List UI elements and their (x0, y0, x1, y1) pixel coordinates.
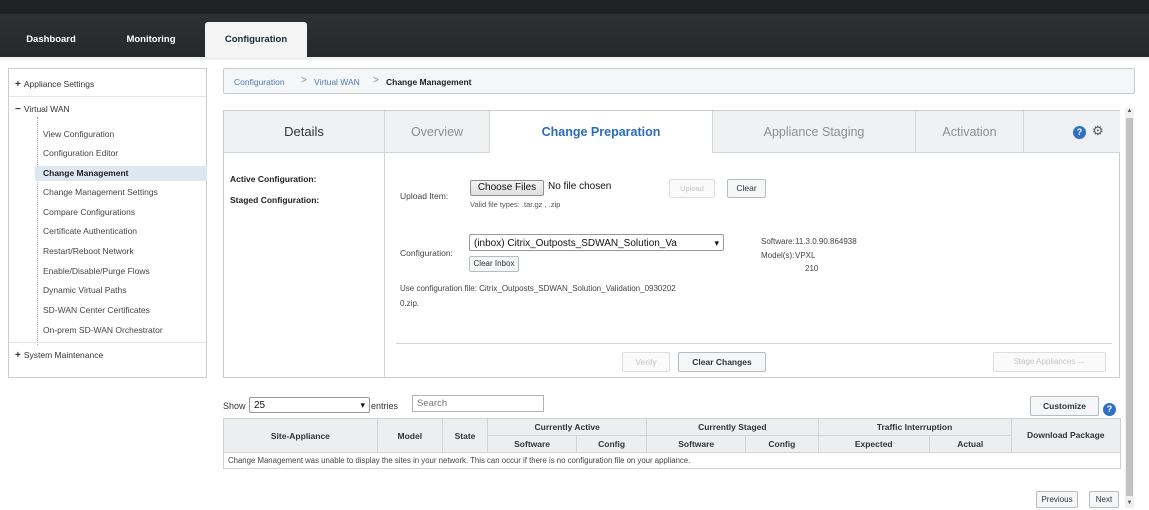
configuration-select-value: (inbox) Citrix_Outposts_SDWAN_Solution_V… (474, 238, 677, 249)
panel-header-details: Details (224, 111, 385, 153)
sidebar-section-label: Virtual WAN (23, 104, 70, 114)
sidebar-item-change-management-settings[interactable]: Change Management Settings (43, 187, 158, 197)
sidebar-section-virtual-wan[interactable]: − Virtual WAN (15, 104, 70, 115)
valid-file-types: Valid file types: .tar.gz , .zip (470, 200, 561, 209)
help-icon[interactable]: ? (1103, 403, 1116, 416)
sites-table: Site-Appliance Model State Currently Act… (223, 418, 1121, 469)
expand-icon: + (15, 79, 21, 90)
scroll-up-icon[interactable]: ▲ (1125, 108, 1134, 114)
table-empty-message: Change Management was unable to display … (223, 452, 1121, 469)
entries-label: entries (371, 401, 399, 411)
verify-button[interactable]: Verify (622, 352, 670, 372)
tree-line (37, 117, 38, 345)
sidebar-item-configuration-editor[interactable]: Configuration Editor (43, 148, 118, 158)
header-currently-active: Currently Active (487, 418, 648, 436)
header-currently-staged: Currently Staged (646, 418, 819, 436)
page-size-select[interactable]: 25 ▾ (249, 397, 370, 413)
choose-files-button[interactable]: Choose Files (470, 180, 544, 196)
use-configuration-file-text: 0.zip. (400, 299, 420, 308)
chevron-down-icon: ▾ (360, 400, 365, 410)
sidebar: + Appliance Settings − Virtual WAN View Co… (8, 68, 207, 378)
gear-icon[interactable]: ⚙ (1092, 123, 1104, 139)
stage-appliances-button[interactable]: Stage Appliances → (993, 352, 1106, 372)
models-value: VPXL (795, 251, 816, 260)
header-traffic-interruption: Traffic Interruption (817, 418, 1012, 436)
details-column: Active Configuration: Staged Configurati… (224, 153, 385, 377)
header-expected[interactable]: Expected (817, 435, 930, 453)
header-active-software[interactable]: Software (487, 435, 577, 453)
sidebar-item-restart-reboot-network[interactable]: Restart/Reboot Network (43, 246, 134, 256)
clear-changes-button[interactable]: Clear Changes (678, 352, 766, 372)
help-icon[interactable]: ? (1073, 126, 1086, 139)
nav-divider (0, 57, 1149, 60)
previous-button[interactable]: Previous (1036, 491, 1078, 508)
sidebar-item-sdwan-center-certificates[interactable]: SD-WAN Center Certificates (43, 305, 150, 315)
upload-button[interactable]: Upload (669, 179, 715, 198)
models-value: 210 (805, 264, 819, 273)
header-download-package[interactable]: Download Package (1010, 418, 1121, 453)
tab-change-preparation[interactable]: Change Preparation (490, 111, 713, 153)
expand-icon: + (15, 350, 21, 361)
breadcrumb: Configuration > Virtual WAN > Change Man… (223, 68, 1135, 94)
sidebar-item-onprem-sdwan-orchestrator[interactable]: On-prem SD-WAN Orchestrator (43, 325, 163, 335)
header-staged-config[interactable]: Config (745, 435, 819, 453)
use-configuration-file-text: Use configuration file: Citrix_Outposts_… (400, 284, 676, 293)
active-configuration-label: Active Configuration: (230, 174, 317, 184)
sidebar-section-label: Appliance Settings (23, 79, 95, 89)
breadcrumb-separator: > (301, 75, 307, 86)
sidebar-item-view-configuration[interactable]: View Configuration (43, 129, 114, 139)
sidebar-item-compare-configurations[interactable]: Compare Configurations (43, 207, 135, 217)
sidebar-item-enable-disable-purge-flows[interactable]: Enable/Disable/Purge Flows (43, 266, 150, 276)
tab-activation[interactable]: Activation (916, 111, 1024, 153)
breadcrumb-virtual-wan[interactable]: Virtual WAN (314, 77, 360, 87)
clear-inbox-button[interactable]: Clear Inbox (469, 256, 519, 272)
next-button[interactable]: Next (1089, 491, 1119, 508)
chevron-down-icon: ▾ (714, 238, 719, 248)
sidebar-item-certificate-authentication[interactable]: Certificate Authentication (43, 226, 137, 236)
staged-configuration-label: Staged Configuration: (230, 195, 320, 205)
divider (9, 342, 206, 343)
divider (9, 96, 206, 97)
sidebar-item-change-management[interactable]: Change Management (35, 166, 207, 181)
file-status: No file chosen (548, 181, 612, 192)
customize-button[interactable]: Customize (1030, 396, 1099, 416)
tab-dashboard[interactable]: Dashboard (18, 22, 84, 58)
page-size-value: 25 (254, 400, 266, 411)
header-model[interactable]: Model (376, 418, 443, 453)
sidebar-item-dynamic-virtual-paths[interactable]: Dynamic Virtual Paths (43, 285, 126, 295)
upload-item-label: Upload Item: (400, 191, 449, 201)
breadcrumb-current: Change Management (386, 77, 472, 87)
software-value: 11.3.0.90.864938 (795, 237, 857, 246)
top-strip (0, 0, 1149, 14)
tab-configuration[interactable]: Configuration (205, 22, 307, 58)
scrollbar-thumb[interactable] (1126, 118, 1133, 496)
header-state[interactable]: State (441, 418, 489, 453)
software-label: Software: (761, 237, 795, 246)
header-site-appliance[interactable]: Site-Appliance (223, 418, 378, 453)
search-input[interactable]: Search (412, 395, 544, 412)
show-label: Show (223, 401, 246, 411)
clear-button[interactable]: Clear (727, 179, 766, 198)
models-label: Model(s): (761, 251, 795, 260)
configuration-select[interactable]: (inbox) Citrix_Outposts_SDWAN_Solution_V… (469, 234, 724, 251)
change-management-panel: Details Overview Change Preparation Appl… (223, 110, 1120, 378)
divider (396, 343, 1112, 344)
panel-tools (1024, 111, 1120, 153)
breadcrumb-configuration[interactable]: Configuration (234, 77, 285, 87)
sidebar-section-label: System Maintenance (23, 350, 104, 360)
sidebar-section-system-maintenance[interactable]: + System Maintenance (15, 350, 103, 361)
vertical-scrollbar[interactable]: ▲ ▼ (1125, 108, 1134, 508)
header-staged-software[interactable]: Software (646, 435, 747, 453)
tab-overview[interactable]: Overview (385, 111, 490, 153)
header-actual[interactable]: Actual (928, 435, 1012, 453)
tab-appliance-staging[interactable]: Appliance Staging (713, 111, 916, 153)
collapse-icon: − (15, 104, 21, 115)
header-active-config[interactable]: Config (575, 435, 648, 453)
tab-monitoring[interactable]: Monitoring (116, 22, 186, 58)
sidebar-section-appliance-settings[interactable]: + Appliance Settings (15, 79, 94, 90)
breadcrumb-separator: > (373, 75, 379, 86)
scroll-down-icon[interactable]: ▼ (1125, 500, 1134, 506)
configuration-label: Configuration: (400, 248, 453, 258)
